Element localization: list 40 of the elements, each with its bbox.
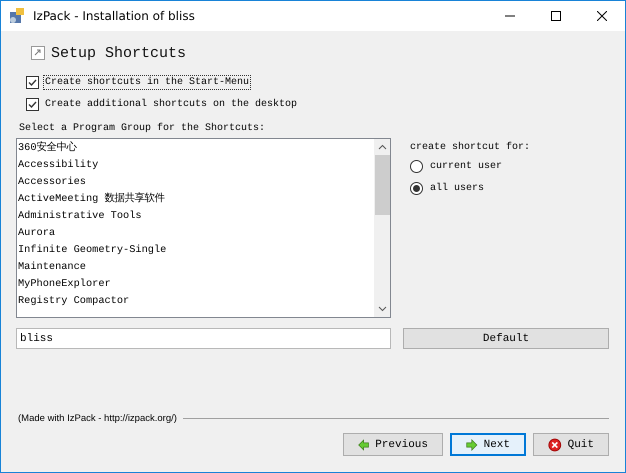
shortcut-icon bbox=[31, 46, 45, 60]
installer-app-icon bbox=[8, 7, 26, 25]
target-label: create shortcut for: bbox=[410, 142, 530, 153]
radio-button[interactable] bbox=[410, 182, 423, 194]
list-item[interactable]: Accessibility bbox=[17, 157, 374, 174]
list-item[interactable]: Administrative Tools bbox=[17, 208, 374, 225]
next-button[interactable]: Next bbox=[450, 433, 526, 456]
default-button[interactable]: Default bbox=[403, 328, 609, 349]
list-item[interactable]: MyPhoneExplorer bbox=[17, 276, 374, 293]
window-title: IzPack - Installation of bliss bbox=[33, 9, 196, 23]
program-group-label: Select a Program Group for the Shortcuts: bbox=[19, 123, 266, 134]
checkbox-label[interactable]: Create additional shortcuts on the desktop bbox=[43, 96, 300, 112]
radio-button[interactable] bbox=[410, 160, 423, 172]
list-item[interactable]: Accessories bbox=[17, 174, 374, 191]
made-with-label: (Made with IzPack - http://izpack.org/) bbox=[18, 413, 177, 424]
close-icon[interactable] bbox=[597, 11, 607, 21]
list-item[interactable]: Aurora bbox=[17, 225, 374, 242]
previous-button[interactable]: Previous bbox=[343, 433, 443, 456]
next-arrow-icon bbox=[466, 436, 478, 452]
scroll-up-icon[interactable] bbox=[378, 144, 386, 150]
scroll-down-icon[interactable] bbox=[378, 306, 386, 312]
list-item[interactable]: Registry Compactor bbox=[17, 293, 374, 310]
checkbox[interactable] bbox=[26, 76, 39, 88]
quit-icon bbox=[548, 436, 562, 452]
list-item[interactable]: ActiveMeeting 数据共享软件 bbox=[17, 191, 374, 208]
quit-button[interactable]: Quit bbox=[533, 433, 609, 456]
previous-arrow-icon bbox=[358, 436, 370, 452]
radio-label[interactable]: all users bbox=[428, 180, 486, 196]
scrollbar[interactable] bbox=[374, 139, 390, 317]
program-group-field[interactable]: bliss bbox=[16, 328, 391, 349]
checkbox[interactable] bbox=[26, 98, 39, 110]
radio-label[interactable]: current user bbox=[428, 158, 504, 174]
list-item[interactable]: Infinite Geometry-Single bbox=[17, 242, 374, 259]
maximize-icon[interactable] bbox=[551, 11, 561, 21]
list-item[interactable]: 360安全中心 bbox=[17, 140, 374, 157]
program-group-list[interactable]: 360安全中心 Accessibility Accessories ActiveMeeting 数据共享软件 Administrative Tools Aurora Infinite Geometry-Single Maintenance MyPhoneExplorer Registry Compactor bbox=[16, 138, 391, 318]
list-item[interactable]: Maintenance bbox=[17, 259, 374, 276]
checkbox-label[interactable]: Create shortcuts in the Start-Menu bbox=[43, 74, 252, 90]
scrollbar-thumb[interactable] bbox=[374, 155, 390, 215]
panel-title: Setup Shortcuts bbox=[51, 44, 186, 62]
